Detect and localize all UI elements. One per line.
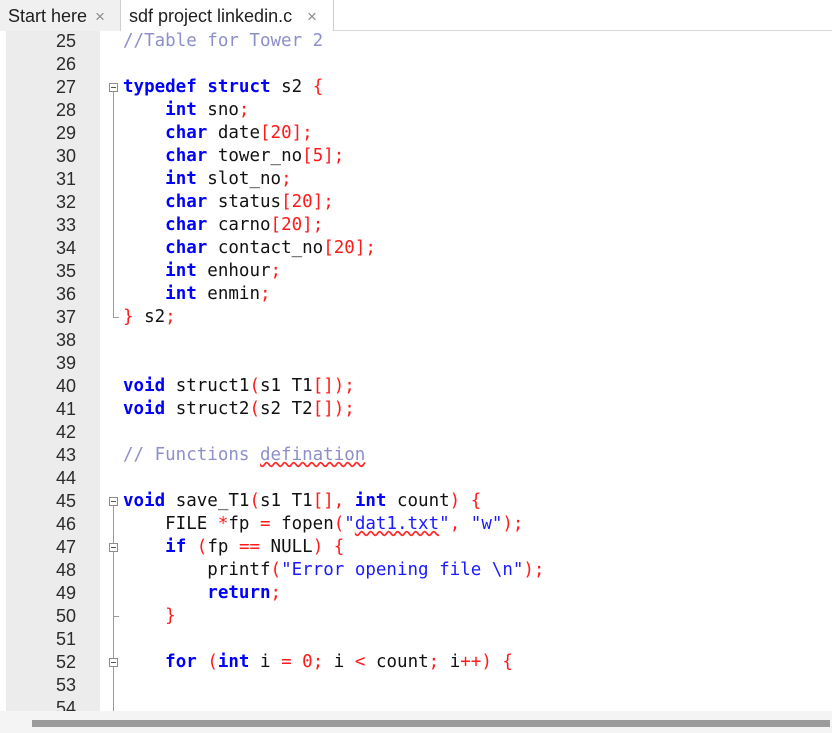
tab-sdf-project-linkedin[interactable]: sdf project linkedin.c × [120, 0, 334, 31]
code-line[interactable]: char carno[20]; [123, 214, 323, 237]
fold-collapse-icon[interactable] [109, 543, 118, 552]
fold-end-marker [113, 317, 119, 318]
code-line[interactable]: int sno; [123, 99, 249, 122]
code-line[interactable]: char status[20]; [123, 191, 334, 214]
tab-bar: Start here × sdf project linkedin.c × [0, 0, 832, 31]
line-number: 33 [56, 215, 77, 235]
fold-collapse-icon[interactable] [109, 83, 118, 92]
tab-label: Start here [8, 6, 88, 26]
code-line[interactable]: //Table for Tower 2 [123, 31, 323, 53]
line-number: 49 [56, 583, 77, 603]
line-number: 41 [56, 399, 77, 419]
code-line[interactable]: return; [123, 582, 281, 605]
code-line[interactable]: // Functions defination [123, 444, 365, 467]
line-number: 42 [56, 422, 77, 442]
code-line[interactable]: void struct1(s1 T1[]); [123, 375, 355, 398]
line-number: 25 [56, 31, 77, 51]
code-line[interactable]: int enmin; [123, 283, 270, 306]
line-number: 29 [56, 123, 77, 143]
line-number: 54 [56, 698, 77, 711]
code-line[interactable]: FILE *fp = fopen("dat1.txt", "w"); [123, 513, 523, 536]
line-number: 31 [56, 169, 77, 189]
code-line[interactable]: int slot_no; [123, 168, 291, 191]
line-number: 38 [56, 330, 77, 350]
line-number: 52 [56, 652, 77, 672]
line-number: 28 [56, 100, 77, 120]
line-number: 45 [56, 491, 77, 511]
code-line[interactable]: } [123, 605, 176, 628]
line-number: 35 [56, 261, 77, 281]
line-number: 44 [56, 468, 77, 488]
line-number: 30 [56, 146, 77, 166]
fold-collapse-icon[interactable] [109, 497, 118, 506]
horizontal-scrollbar[interactable] [0, 711, 832, 733]
code-line[interactable]: void save_T1(s1 T1[], int count) { [123, 490, 481, 513]
code-line[interactable]: void struct2(s2 T2[]); [123, 398, 355, 421]
code-line[interactable]: char tower_no[5]; [123, 145, 344, 168]
code-line[interactable]: if (fp == NULL) { [123, 536, 344, 559]
tab-start-here[interactable]: Start here × [0, 0, 120, 31]
line-number: 37 [56, 307, 77, 327]
code-line[interactable]: char contact_no[20]; [123, 237, 376, 260]
line-number: 51 [56, 629, 77, 649]
scrollbar-thumb[interactable] [32, 720, 830, 727]
code-line[interactable]: printf("Error opening file \n"); [123, 559, 544, 582]
close-icon[interactable]: × [95, 1, 105, 32]
line-number: 50 [56, 606, 77, 626]
code-line[interactable]: typedef struct s2 { [123, 76, 323, 99]
code-line[interactable]: char date[20]; [123, 122, 313, 145]
line-number: 27 [56, 77, 77, 97]
close-icon[interactable]: × [307, 1, 317, 32]
fold-guide-line [113, 506, 114, 711]
fold-guide-line [113, 92, 114, 317]
fold-end-marker [113, 616, 119, 617]
fold-collapse-icon[interactable] [109, 658, 118, 667]
line-number: 32 [56, 192, 77, 212]
line-number: 36 [56, 284, 77, 304]
line-number: 40 [56, 376, 77, 396]
fold-margin [100, 31, 122, 711]
code-editor[interactable]: 25 26 27 28 29 30 31 32 33 34 35 36 37 38 39 40 41 42 43 44… [0, 31, 832, 711]
code-line[interactable]: for (int i = 0; i < count; i++) { [123, 651, 513, 674]
code-line[interactable]: int enhour; [123, 260, 281, 283]
line-number: 26 [56, 54, 77, 74]
line-number-gutter: 25 26 27 28 29 30 31 32 33 34 35 36 37 38 39 40 41 42 43 44… [6, 31, 100, 711]
code-line[interactable]: } s2; [123, 306, 176, 329]
line-number: 34 [56, 238, 77, 258]
code-area[interactable]: //Table for Tower 2 typedef struct s2 { i… [123, 31, 832, 711]
tab-label: sdf project linkedin.c [129, 6, 293, 26]
line-number: 47 [56, 537, 77, 557]
line-number: 43 [56, 445, 77, 465]
line-number: 48 [56, 560, 77, 580]
line-number: 39 [56, 353, 77, 373]
line-number: 46 [56, 514, 77, 534]
line-number: 53 [56, 675, 77, 695]
